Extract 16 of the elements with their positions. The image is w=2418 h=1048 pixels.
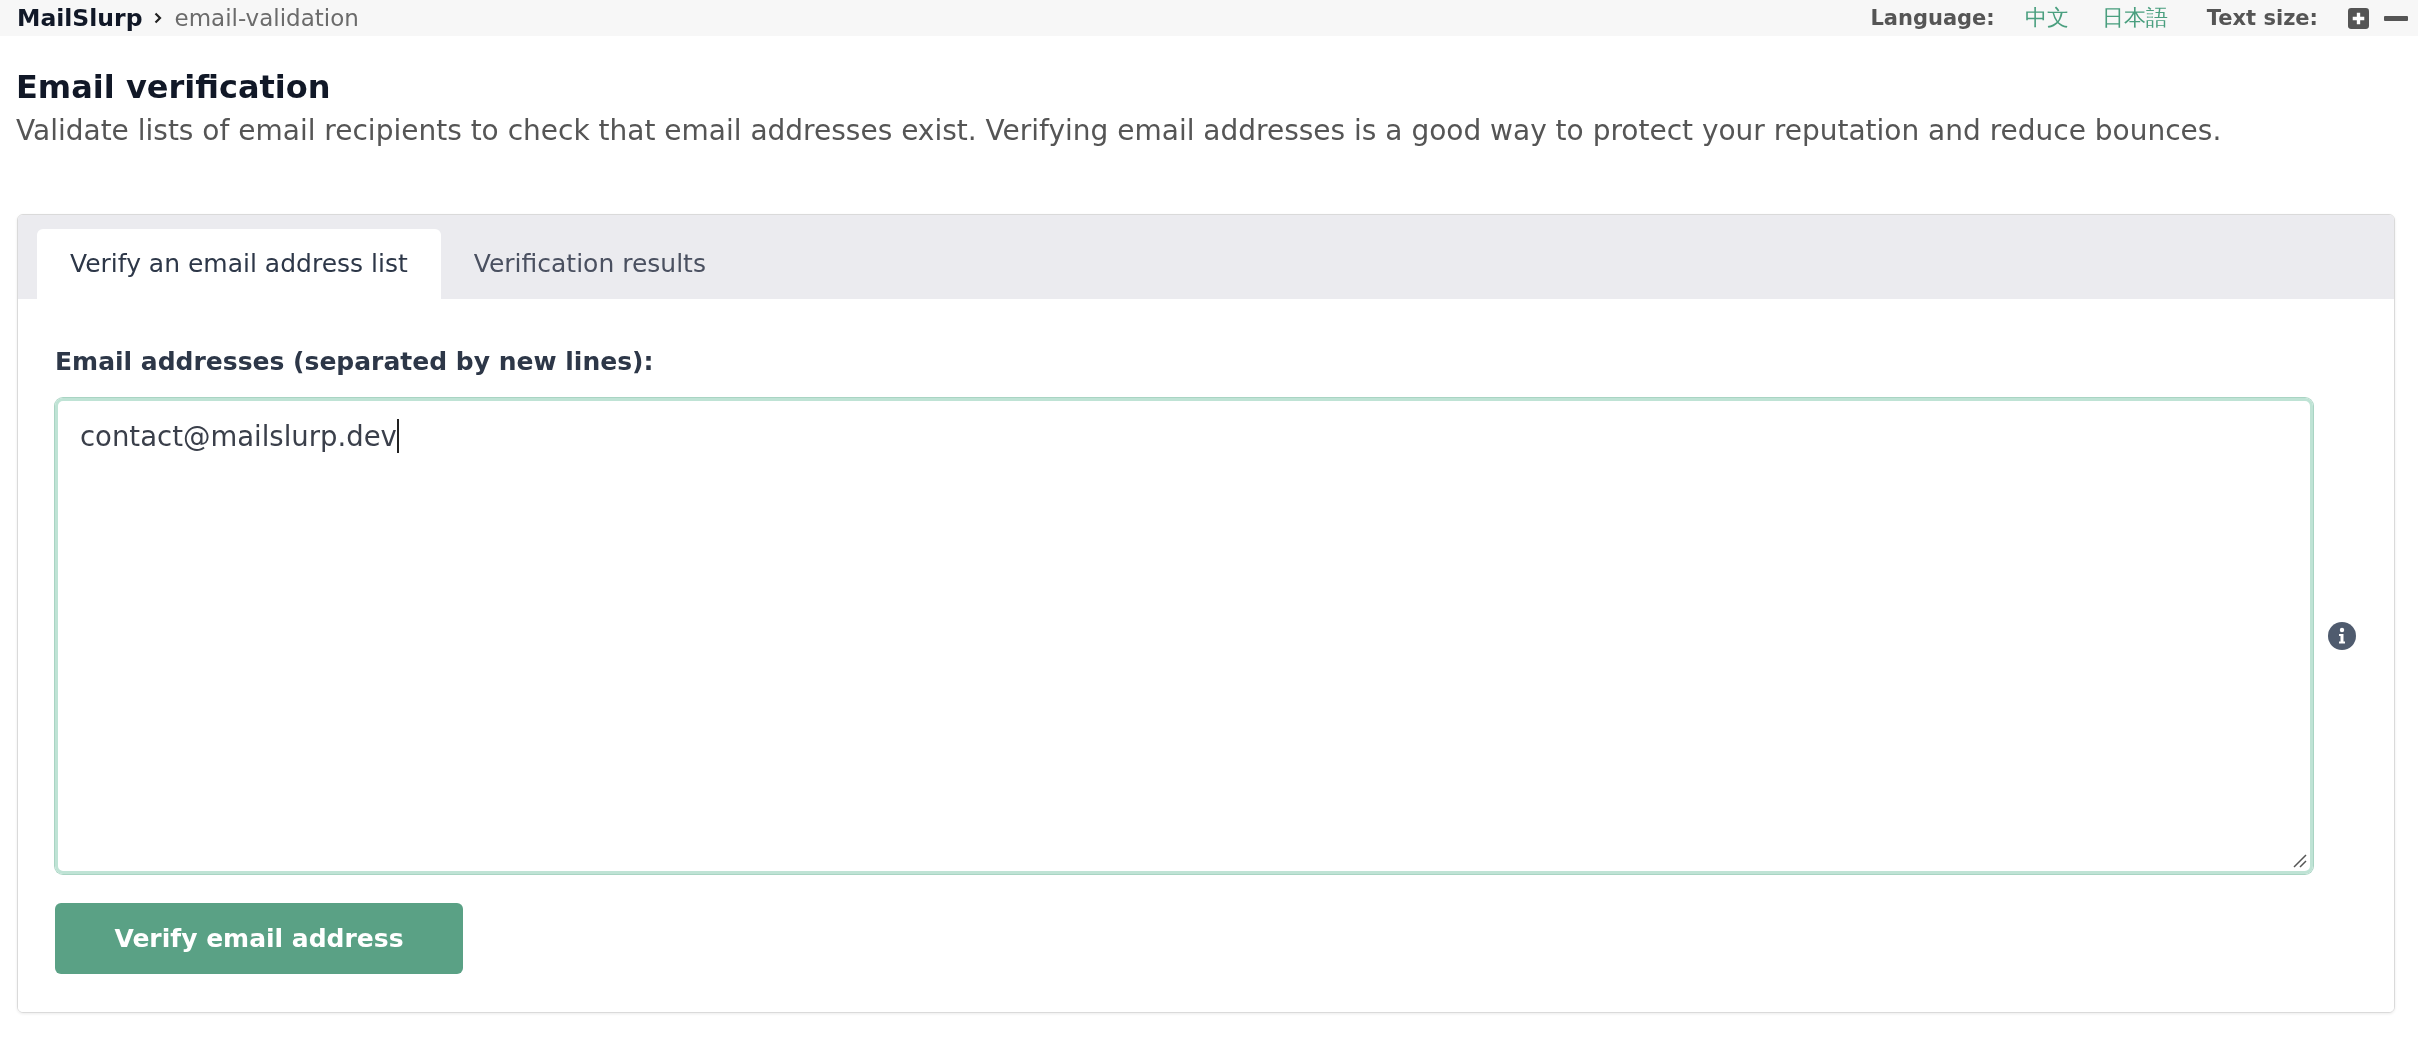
page-description: Validate lists of email recipients to check that email addresses exist. Verifying email addresses is a good way to protect your reputation and reduce bounces. bbox=[16, 113, 2223, 149]
breadcrumb-current: email-validation bbox=[174, 4, 359, 33]
chevron-right-icon bbox=[154, 12, 163, 24]
tab[interactable]: Verification results bbox=[440, 229, 739, 299]
text-size-label: Text size: bbox=[2206, 5, 2318, 32]
resize-grip-icon[interactable] bbox=[2293, 854, 2307, 868]
tab[interactable]: Verify an email address list bbox=[37, 229, 441, 299]
info-icon[interactable] bbox=[2328, 622, 2356, 650]
plus-icon[interactable] bbox=[2348, 7, 2369, 29]
field-label: Email addresses (separated by new lines): bbox=[55, 346, 655, 378]
minus-icon[interactable] bbox=[2384, 15, 2408, 21]
breadcrumb-link[interactable]: MailSlurp bbox=[17, 3, 143, 33]
email-addresses-textarea[interactable]: contact@mailslurp.dev bbox=[55, 398, 2313, 874]
language-label: Language: bbox=[1870, 5, 1995, 32]
text-cursor-icon bbox=[396, 419, 399, 453]
page-title: Email verification bbox=[16, 67, 332, 108]
